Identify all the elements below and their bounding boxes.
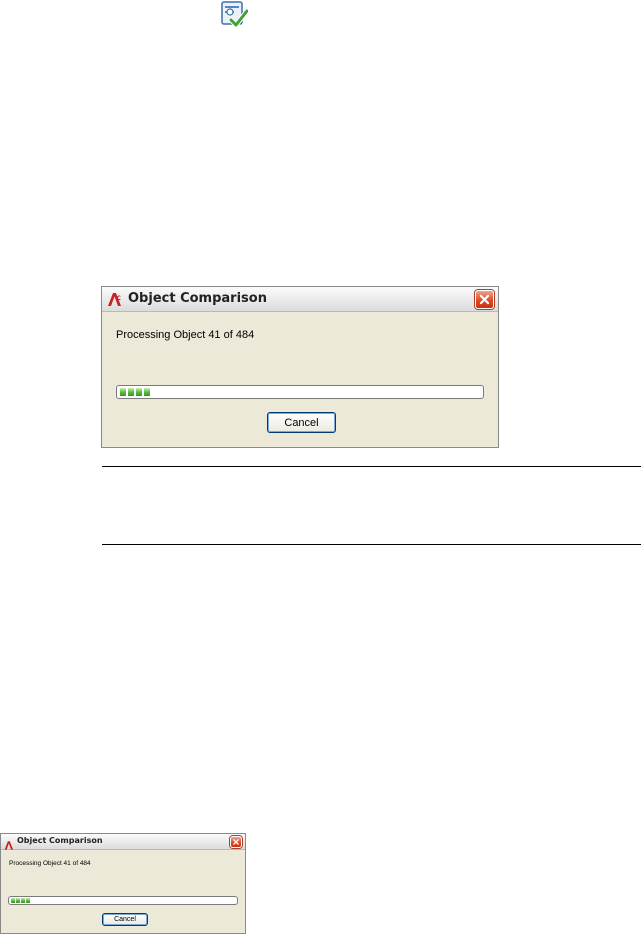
object-comparison-dialog-small: Object Comparison Processing Object 41 o…: [0, 833, 246, 934]
dialog-title: Object Comparison: [17, 836, 103, 845]
close-icon: [479, 294, 490, 305]
progress-block: [136, 388, 142, 396]
autocad-logo-icon: C: [107, 291, 124, 308]
progress-block: [128, 388, 134, 396]
section-divider: [102, 466, 641, 467]
progress-bar: [116, 385, 484, 399]
progress-block: [21, 898, 25, 903]
dialog-titlebar[interactable]: C Object Comparison: [102, 287, 498, 312]
close-button[interactable]: [230, 836, 242, 848]
svg-text:C: C: [117, 295, 122, 302]
progress-block: [120, 388, 126, 396]
cancel-button[interactable]: Cancel: [267, 412, 336, 433]
close-button[interactable]: [475, 290, 494, 309]
close-icon: [233, 839, 239, 845]
progress-fill: [120, 388, 150, 396]
progress-message: Processing Object 41 of 484: [9, 860, 91, 867]
section-divider: [102, 544, 641, 545]
compare-check-icon: [220, 0, 250, 28]
progress-fill: [11, 898, 30, 903]
dialog-title: Object Comparison: [128, 291, 267, 306]
object-comparison-dialog: C Object Comparison Processing Object 41…: [101, 286, 499, 448]
progress-block: [11, 898, 15, 903]
progress-block: [26, 898, 30, 903]
autocad-logo-icon: [4, 836, 15, 850]
dialog-titlebar[interactable]: Object Comparison: [1, 834, 245, 850]
cancel-button[interactable]: Cancel: [102, 913, 148, 926]
progress-bar: [8, 896, 238, 905]
progress-block: [144, 388, 150, 396]
progress-message: Processing Object 41 of 484: [116, 329, 255, 341]
progress-block: [16, 898, 20, 903]
